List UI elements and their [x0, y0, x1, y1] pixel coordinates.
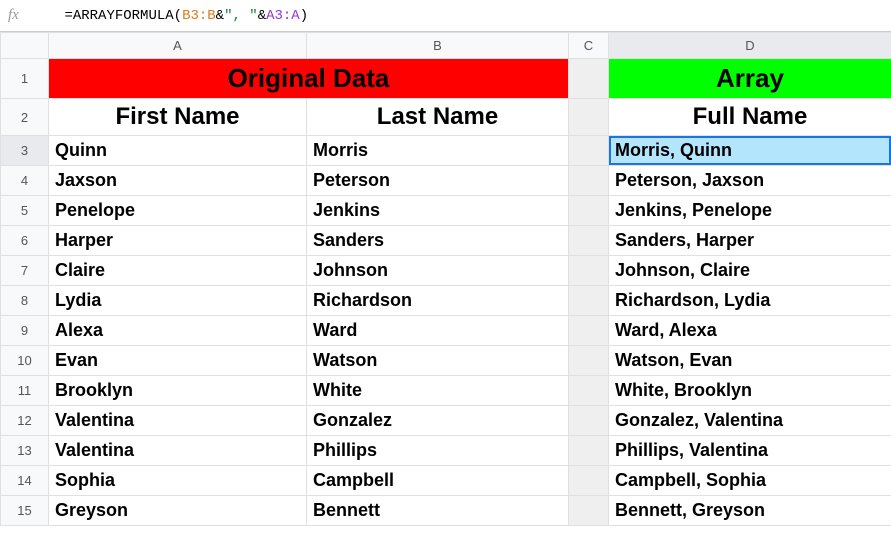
cell-b13[interactable]: Phillips: [307, 436, 569, 466]
cell-c7[interactable]: [569, 256, 609, 286]
cell-d8[interactable]: Richardson, Lydia: [609, 286, 891, 316]
cell-a9[interactable]: Alexa: [49, 316, 307, 346]
cell-b8[interactable]: Richardson: [307, 286, 569, 316]
cell-original-data-title[interactable]: Original Data: [49, 59, 569, 99]
row-header-3[interactable]: 3: [1, 136, 49, 166]
cell-d7[interactable]: Johnson, Claire: [609, 256, 891, 286]
row-header-15[interactable]: 15: [1, 496, 49, 526]
formula-ref-b: B3:B: [182, 8, 216, 24]
cell-b12[interactable]: Gonzalez: [307, 406, 569, 436]
cell-b15[interactable]: Bennett: [307, 496, 569, 526]
cell-a7[interactable]: Claire: [49, 256, 307, 286]
cell-a8[interactable]: Lydia: [49, 286, 307, 316]
formula-literal: ", ": [224, 8, 258, 24]
row-header-1[interactable]: 1: [1, 59, 49, 99]
cell-b5[interactable]: Jenkins: [307, 196, 569, 226]
cell-last-name-header[interactable]: Last Name: [307, 99, 569, 136]
cell-b9[interactable]: Ward: [307, 316, 569, 346]
formula-bar: fx =ARRAYFORMULA(B3:B&", "&A3:A): [0, 0, 891, 32]
cell-full-name-header[interactable]: Full Name: [609, 99, 891, 136]
cell-b7[interactable]: Johnson: [307, 256, 569, 286]
cell-a14[interactable]: Sophia: [49, 466, 307, 496]
cell-d14[interactable]: Campbell, Sophia: [609, 466, 891, 496]
row-header-7[interactable]: 7: [1, 256, 49, 286]
row-header-4[interactable]: 4: [1, 166, 49, 196]
cell-a15[interactable]: Greyson: [49, 496, 307, 526]
formula-amp1: &: [216, 8, 224, 24]
row-header-12[interactable]: 12: [1, 406, 49, 436]
cell-d15[interactable]: Bennett, Greyson: [609, 496, 891, 526]
cell-b3[interactable]: Morris: [307, 136, 569, 166]
cell-a10[interactable]: Evan: [49, 346, 307, 376]
cell-first-name-header[interactable]: First Name: [49, 99, 307, 136]
col-header-b[interactable]: B: [307, 33, 569, 59]
col-header-d[interactable]: D: [609, 33, 891, 59]
row-header-11[interactable]: 11: [1, 376, 49, 406]
cell-array-title[interactable]: Array: [609, 59, 891, 99]
cell-d4[interactable]: Peterson, Jaxson: [609, 166, 891, 196]
formula-ref-a: A3:A: [266, 8, 300, 24]
row-header-8[interactable]: 8: [1, 286, 49, 316]
formula-prefix: =ARRAYFORMULA(: [64, 8, 182, 24]
cell-c5[interactable]: [569, 196, 609, 226]
cell-a13[interactable]: Valentina: [49, 436, 307, 466]
cell-a12[interactable]: Valentina: [49, 406, 307, 436]
row-header-14[interactable]: 14: [1, 466, 49, 496]
formula-suffix: ): [300, 8, 308, 24]
row-header-9[interactable]: 9: [1, 316, 49, 346]
cell-d12[interactable]: Gonzalez, Valentina: [609, 406, 891, 436]
row-header-10[interactable]: 10: [1, 346, 49, 376]
cell-value: Morris, Quinn: [615, 140, 732, 160]
cell-d6[interactable]: Sanders, Harper: [609, 226, 891, 256]
cell-c8[interactable]: [569, 286, 609, 316]
cell-a11[interactable]: Brooklyn: [49, 376, 307, 406]
cell-c9[interactable]: [569, 316, 609, 346]
cell-b11[interactable]: White: [307, 376, 569, 406]
cell-d3[interactable]: Morris, Quinn: [609, 136, 891, 166]
cell-a5[interactable]: Penelope: [49, 196, 307, 226]
cell-a3[interactable]: Quinn: [49, 136, 307, 166]
cell-c1[interactable]: [569, 59, 609, 99]
cell-d11[interactable]: White, Brooklyn: [609, 376, 891, 406]
cell-c10[interactable]: [569, 346, 609, 376]
cell-b10[interactable]: Watson: [307, 346, 569, 376]
cell-c11[interactable]: [569, 376, 609, 406]
cell-d10[interactable]: Watson, Evan: [609, 346, 891, 376]
cell-b6[interactable]: Sanders: [307, 226, 569, 256]
cell-c15[interactable]: [569, 496, 609, 526]
spreadsheet-grid[interactable]: A B C D 1 Original Data Array 2 First Na…: [0, 32, 891, 526]
cell-a6[interactable]: Harper: [49, 226, 307, 256]
cell-c2[interactable]: [569, 99, 609, 136]
cell-c12[interactable]: [569, 406, 609, 436]
cell-b4[interactable]: Peterson: [307, 166, 569, 196]
cell-d9[interactable]: Ward, Alexa: [609, 316, 891, 346]
cell-d5[interactable]: Jenkins, Penelope: [609, 196, 891, 226]
cell-a4[interactable]: Jaxson: [49, 166, 307, 196]
cell-b14[interactable]: Campbell: [307, 466, 569, 496]
row-header-2[interactable]: 2: [1, 99, 49, 136]
row-header-5[interactable]: 5: [1, 196, 49, 226]
row-header-6[interactable]: 6: [1, 226, 49, 256]
cell-c13[interactable]: [569, 436, 609, 466]
cell-c6[interactable]: [569, 226, 609, 256]
cell-c4[interactable]: [569, 166, 609, 196]
cell-c14[interactable]: [569, 466, 609, 496]
cell-d13[interactable]: Phillips, Valentina: [609, 436, 891, 466]
formula-amp2: &: [258, 8, 266, 24]
row-header-13[interactable]: 13: [1, 436, 49, 466]
cell-c3[interactable]: [569, 136, 609, 166]
col-header-c[interactable]: C: [569, 33, 609, 59]
formula-input[interactable]: =ARRAYFORMULA(B3:B&", "&A3:A): [31, 0, 308, 40]
fx-icon[interactable]: fx: [8, 7, 31, 24]
